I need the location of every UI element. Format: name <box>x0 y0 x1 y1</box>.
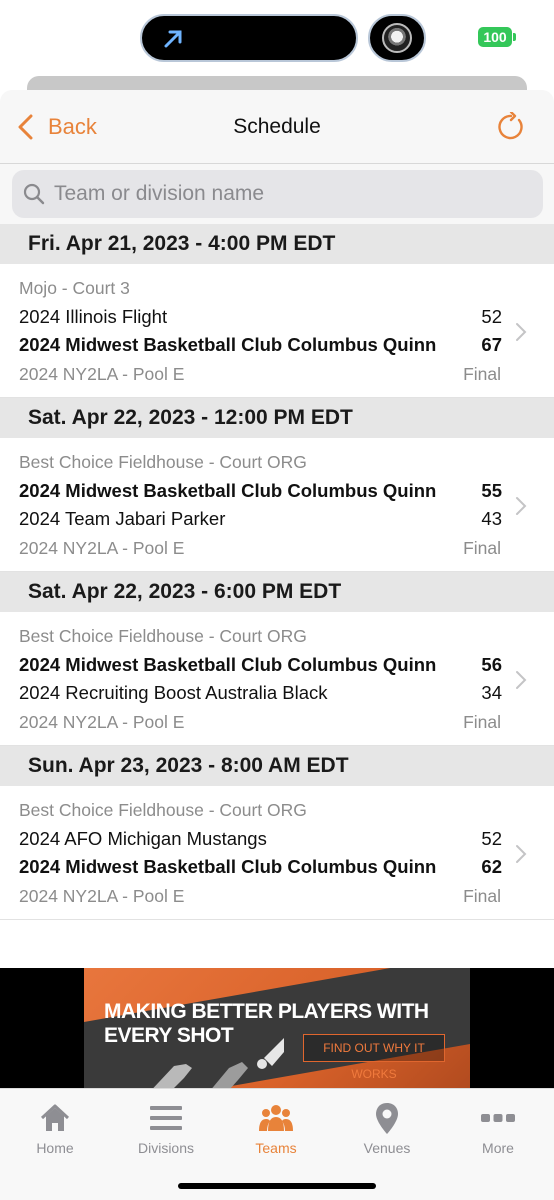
ad-image: MAKING BETTER PLAYERS WITH EVERY SHOT FI… <box>84 968 470 1088</box>
team-name: 2024 Midwest Basketball Club Columbus Qu… <box>19 334 437 355</box>
team-row-2: 2024 Midwest Basketball Club Columbus Qu… <box>19 856 502 878</box>
team-name: 2024 Midwest Basketball Club Columbus Qu… <box>19 856 437 877</box>
game-pool: 2024 NY2LA - Pool E <box>19 364 185 384</box>
team-row-1: 2024 Midwest Basketball Club Columbus Qu… <box>19 654 502 676</box>
team-score: 34 <box>481 682 502 703</box>
team-name: 2024 Recruiting Boost Australia Black <box>19 682 328 703</box>
list-icon <box>150 1106 182 1130</box>
day-header: Fri. Apr 21, 2023 - 4:00 PM EDT <box>0 224 554 264</box>
game-venue: Best Choice Fieldhouse - Court ORG <box>19 626 307 646</box>
live-activity-indicator <box>368 14 426 62</box>
team-row-2: 2024 Recruiting Boost Australia Black 34 <box>19 682 502 704</box>
team-row-2: 2024 Midwest Basketball Club Columbus Qu… <box>19 334 502 356</box>
tab-label: Divisions <box>137 1140 194 1156</box>
tab-label: Venues <box>363 1140 411 1156</box>
tab-more[interactable]: More <box>443 1097 553 1156</box>
game-venue: Best Choice Fieldhouse - Court ORG <box>19 452 307 472</box>
day-header: Sat. Apr 22, 2023 - 12:00 PM EDT <box>0 398 554 438</box>
team-row-1: 2024 Midwest Basketball Club Columbus Qu… <box>19 480 502 502</box>
game-row[interactable]: Best Choice Fieldhouse - Court ORG 2024 … <box>0 438 554 572</box>
day-header: Sun. Apr 23, 2023 - 8:00 AM EDT <box>0 746 554 786</box>
team-row-2: 2024 Team Jabari Parker 43 <box>19 508 502 530</box>
tab-label: More <box>482 1140 514 1156</box>
game-status: Final <box>463 712 501 732</box>
app-logo-icon <box>382 23 412 53</box>
game-status: Final <box>463 886 501 906</box>
battery-indicator: 100 <box>478 27 512 47</box>
game-status: Final <box>463 538 501 558</box>
ad-cta-button[interactable]: FIND OUT WHY IT WORKS <box>303 1034 445 1081</box>
team-score: 52 <box>481 828 502 849</box>
team-score: 52 <box>481 306 502 327</box>
team-row-1: 2024 AFO Michigan Mustangs 52 <box>19 828 502 850</box>
page-title: Schedule <box>233 115 321 138</box>
tab-divisions[interactable]: Divisions <box>111 1097 221 1156</box>
tab-home[interactable]: Home <box>0 1097 110 1156</box>
team-name: 2024 Midwest Basketball Club Columbus Qu… <box>19 654 437 675</box>
team-score: 55 <box>481 480 502 501</box>
status-bar: 100 <box>0 0 554 76</box>
game-pool: 2024 NY2LA - Pool E <box>19 538 185 558</box>
people-icon <box>259 1105 293 1131</box>
chevron-right-icon <box>516 845 527 863</box>
tab-label: Teams <box>255 1140 297 1156</box>
map-pin-icon <box>376 1103 398 1134</box>
tab-teams[interactable]: Teams <box>221 1097 331 1156</box>
team-score: 56 <box>481 654 502 675</box>
navigation-bar: Back Schedule <box>0 90 554 164</box>
refresh-icon[interactable] <box>496 112 526 142</box>
game-row[interactable]: Mojo - Court 3 2024 Illinois Flight 52 2… <box>0 264 554 398</box>
schedule-list: Fri. Apr 21, 2023 - 4:00 PM EDT Mojo - C… <box>0 224 554 920</box>
search-field[interactable] <box>12 170 543 218</box>
game-row[interactable]: Best Choice Fieldhouse - Court ORG 2024 … <box>0 612 554 746</box>
day-header: Sat. Apr 22, 2023 - 6:00 PM EDT <box>0 572 554 612</box>
team-name: 2024 Midwest Basketball Club Columbus Qu… <box>19 480 437 501</box>
tab-label: Home <box>36 1140 74 1156</box>
home-icon <box>40 1104 70 1131</box>
chevron-right-icon <box>516 671 527 689</box>
game-venue: Best Choice Fieldhouse - Court ORG <box>19 800 307 820</box>
game-status: Final <box>463 364 501 384</box>
navigation-arrow-icon <box>164 30 182 48</box>
team-score: 43 <box>481 508 502 529</box>
more-icon <box>481 1114 515 1122</box>
team-name: 2024 Team Jabari Parker <box>19 508 226 529</box>
team-score: 62 <box>481 856 502 877</box>
ad-banner[interactable]: MAKING BETTER PLAYERS WITH EVERY SHOT FI… <box>0 968 554 1088</box>
dynamic-island <box>140 14 358 62</box>
search-bar-container <box>0 164 554 224</box>
battery-tip <box>513 33 516 41</box>
game-venue: Mojo - Court 3 <box>19 278 130 298</box>
game-pool: 2024 NY2LA - Pool E <box>19 886 185 906</box>
team-score: 67 <box>481 334 502 355</box>
search-icon <box>23 183 45 205</box>
team-name: 2024 AFO Michigan Mustangs <box>19 828 267 849</box>
game-row[interactable]: Best Choice Fieldhouse - Court ORG 2024 … <box>0 786 554 920</box>
home-indicator <box>178 1183 376 1189</box>
chevron-right-icon <box>516 323 527 341</box>
tab-venues[interactable]: Venues <box>332 1097 442 1156</box>
game-pool: 2024 NY2LA - Pool E <box>19 712 185 732</box>
chevron-right-icon <box>516 497 527 515</box>
team-row-1: 2024 Illinois Flight 52 <box>19 306 502 328</box>
search-input[interactable] <box>54 182 514 206</box>
team-name: 2024 Illinois Flight <box>19 306 168 327</box>
